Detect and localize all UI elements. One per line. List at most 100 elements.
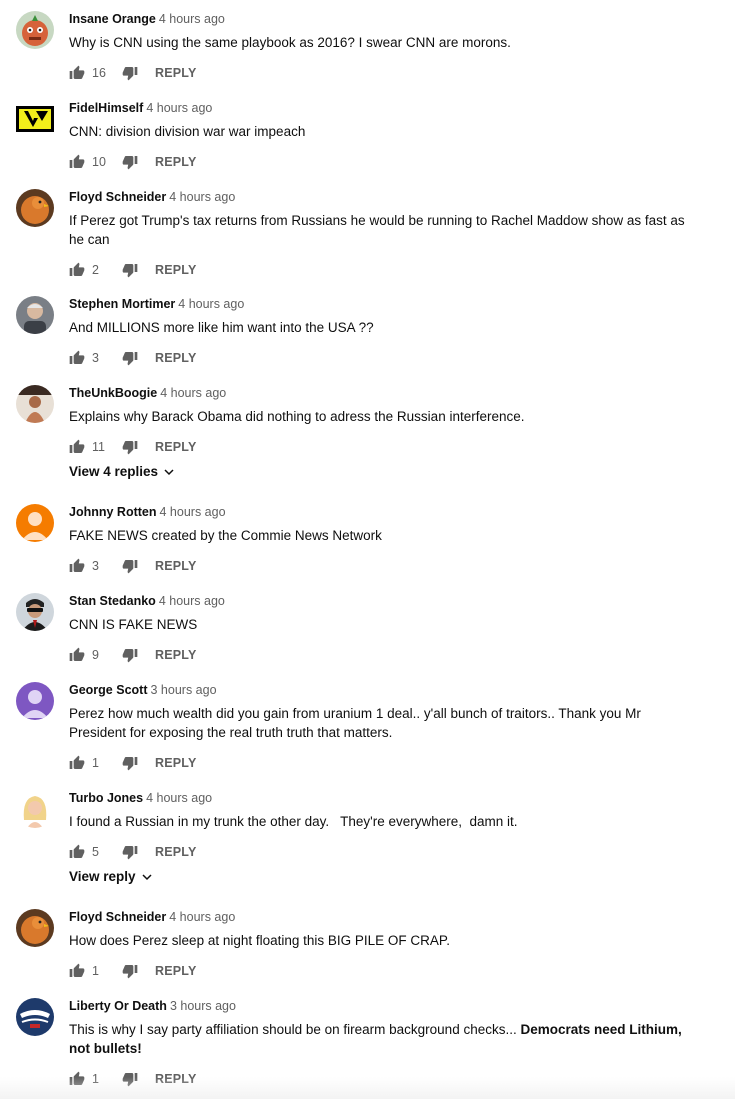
author-name[interactable]: Insane Orange bbox=[69, 12, 156, 26]
thumbs-up-icon[interactable] bbox=[69, 647, 85, 663]
reply-button[interactable]: REPLY bbox=[155, 263, 197, 277]
reply-button[interactable]: REPLY bbox=[155, 66, 197, 80]
comment-actions: 5 REPLY bbox=[69, 843, 689, 861]
thumbs-up-icon[interactable] bbox=[69, 350, 85, 366]
author-name[interactable]: Stan Stedanko bbox=[69, 594, 156, 608]
view-replies-label: View reply bbox=[69, 869, 136, 884]
like-count: 2 bbox=[92, 263, 99, 277]
chevron-down-icon bbox=[164, 468, 174, 475]
chevron-down-icon bbox=[142, 873, 152, 880]
thumbs-down-icon[interactable] bbox=[122, 439, 138, 455]
comment-header: Floyd Schneider 4 hours ago bbox=[69, 189, 689, 205]
thumbs-up-icon[interactable] bbox=[69, 65, 85, 81]
author-name[interactable]: Floyd Schneider bbox=[69, 190, 166, 204]
like-count: 11 bbox=[92, 440, 105, 454]
author-name[interactable]: FidelHimself bbox=[69, 101, 143, 115]
reply-button[interactable]: REPLY bbox=[155, 440, 197, 454]
avatar[interactable] bbox=[16, 790, 54, 828]
thumbs-up-icon[interactable] bbox=[69, 963, 85, 979]
like-count: 5 bbox=[92, 845, 99, 859]
comment-time[interactable]: 4 hours ago bbox=[159, 594, 225, 608]
avatar[interactable] bbox=[16, 998, 54, 1036]
comment-body: Floyd Schneider 4 hours ago If Perez got … bbox=[69, 189, 689, 279]
thumbs-up-icon[interactable] bbox=[69, 262, 85, 278]
comment-time[interactable]: 4 hours ago bbox=[160, 505, 226, 519]
comment-body: FidelHimself 4 hours ago CNN: division di… bbox=[69, 100, 689, 171]
thumbs-down-icon[interactable] bbox=[122, 65, 138, 81]
thumbs-down-icon[interactable] bbox=[122, 963, 138, 979]
comment-text: I found a Russian in my trunk the other … bbox=[69, 814, 518, 829]
view-replies-button[interactable]: View 4 replies bbox=[69, 464, 175, 479]
author-name[interactable]: Stephen Mortimer bbox=[69, 297, 175, 311]
thumbs-down-icon[interactable] bbox=[122, 154, 138, 170]
comment-actions: 9 REPLY bbox=[69, 646, 689, 664]
reply-button[interactable]: REPLY bbox=[155, 351, 197, 365]
comment-body: Stan Stedanko 4 hours ago CNN IS FAKE NEW… bbox=[69, 593, 689, 664]
comment-actions: 11 REPLY bbox=[69, 438, 689, 456]
avatar[interactable] bbox=[16, 189, 54, 227]
avatar[interactable] bbox=[16, 504, 54, 542]
bottom-fade bbox=[0, 1077, 735, 1099]
like-count: 3 bbox=[92, 559, 99, 573]
comment-time[interactable]: 3 hours ago bbox=[151, 683, 217, 697]
reply-button[interactable]: REPLY bbox=[155, 648, 197, 662]
comment-header: TheUnkBoogie 4 hours ago bbox=[69, 385, 689, 401]
comment-body: Turbo Jones 4 hours ago I found a Russian… bbox=[69, 790, 689, 886]
thumbs-up-icon[interactable] bbox=[69, 844, 85, 860]
avatar[interactable] bbox=[16, 106, 54, 132]
avatar[interactable] bbox=[16, 11, 54, 49]
thumbs-up-icon[interactable] bbox=[69, 154, 85, 170]
thumbs-up-icon[interactable] bbox=[69, 755, 85, 771]
comment-header: Liberty Or Death 3 hours ago bbox=[69, 998, 689, 1014]
author-name[interactable]: TheUnkBoogie bbox=[69, 386, 157, 400]
author-name[interactable]: Turbo Jones bbox=[69, 791, 143, 805]
thumbs-down-icon[interactable] bbox=[122, 350, 138, 366]
comment-time[interactable]: 4 hours ago bbox=[146, 791, 212, 805]
avatar[interactable] bbox=[16, 682, 54, 720]
comment-time[interactable]: 3 hours ago bbox=[170, 999, 236, 1013]
comment-text: Explains why Barack Obama did nothing to… bbox=[69, 409, 525, 424]
comment-time[interactable]: 4 hours ago bbox=[159, 12, 225, 26]
comment-body: Johnny Rotten 4 hours ago FAKE NEWS creat… bbox=[69, 504, 689, 575]
comment-body: Insane Orange 4 hours ago Why is CNN usin… bbox=[69, 11, 689, 82]
comment-header: Stan Stedanko 4 hours ago bbox=[69, 593, 689, 609]
comment-text: CNN IS FAKE NEWS bbox=[69, 617, 198, 632]
author-name[interactable]: Liberty Or Death bbox=[69, 999, 167, 1013]
thumbs-up-icon[interactable] bbox=[69, 558, 85, 574]
like-count: 1 bbox=[92, 756, 99, 770]
thumbs-up-icon[interactable] bbox=[69, 439, 85, 455]
avatar[interactable] bbox=[16, 385, 54, 423]
view-replies-button[interactable]: View reply bbox=[69, 869, 153, 884]
author-name[interactable]: Floyd Schneider bbox=[69, 910, 166, 924]
like-count: 16 bbox=[92, 66, 106, 80]
reply-button[interactable]: REPLY bbox=[155, 964, 197, 978]
reply-button[interactable]: REPLY bbox=[155, 845, 197, 859]
thumbs-down-icon[interactable] bbox=[122, 844, 138, 860]
comment-body: George Scott 3 hours ago Perez how much w… bbox=[69, 682, 689, 772]
comment-actions: 2 REPLY bbox=[69, 261, 689, 279]
avatar[interactable] bbox=[16, 909, 54, 947]
comment-time[interactable]: 4 hours ago bbox=[169, 910, 235, 924]
comment-text: How does Perez sleep at night floating t… bbox=[69, 933, 450, 948]
comment-actions: 10 REPLY bbox=[69, 153, 689, 171]
thumbs-down-icon[interactable] bbox=[122, 647, 138, 663]
reply-button[interactable]: REPLY bbox=[155, 559, 197, 573]
like-count: 9 bbox=[92, 648, 99, 662]
avatar[interactable] bbox=[16, 593, 54, 631]
avatar[interactable] bbox=[16, 296, 54, 334]
thumbs-down-icon[interactable] bbox=[122, 262, 138, 278]
comment-time[interactable]: 4 hours ago bbox=[178, 297, 244, 311]
comment-time[interactable]: 4 hours ago bbox=[146, 101, 212, 115]
thumbs-down-icon[interactable] bbox=[122, 755, 138, 771]
comment-text: And MILLIONS more like him want into the… bbox=[69, 320, 374, 335]
author-name[interactable]: Johnny Rotten bbox=[69, 505, 157, 519]
comment-time[interactable]: 4 hours ago bbox=[160, 386, 226, 400]
thumbs-down-icon[interactable] bbox=[122, 558, 138, 574]
comment-header: Turbo Jones 4 hours ago bbox=[69, 790, 689, 806]
reply-button[interactable]: REPLY bbox=[155, 155, 197, 169]
comment-actions: 1 REPLY bbox=[69, 754, 689, 772]
reply-button[interactable]: REPLY bbox=[155, 756, 197, 770]
comment-time[interactable]: 4 hours ago bbox=[169, 190, 235, 204]
comment-header: George Scott 3 hours ago bbox=[69, 682, 689, 698]
author-name[interactable]: George Scott bbox=[69, 683, 148, 697]
